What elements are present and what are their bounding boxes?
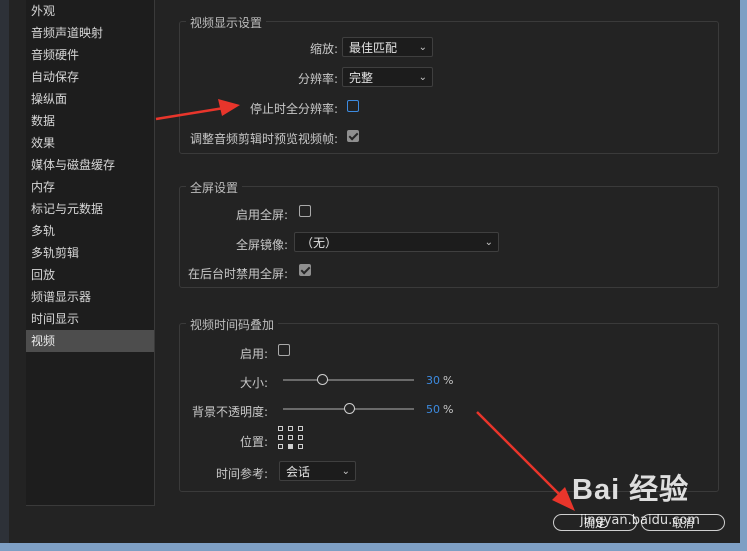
fullscreen-mirror-value: （无）	[301, 236, 338, 250]
chevron-down-icon: ⌄	[484, 237, 493, 248]
fullscreen-mirror-label: 全屏镜像:	[235, 238, 288, 252]
preferences-sidebar: 外观 音频声道映射 音频硬件 自动保存 操纵面 数据 效果 媒体与磁盘缓存 内存…	[26, 0, 155, 506]
preferences-window: 外观 音频声道映射 音频硬件 自动保存 操纵面 数据 效果 媒体与磁盘缓存 内存…	[0, 0, 747, 551]
sidebar-item-audio-channel-mapping[interactable]: 音频声道映射	[26, 22, 154, 44]
resolution-label: 分辨率:	[297, 72, 338, 86]
time-ref-value: 会话	[286, 465, 311, 479]
position-top-right[interactable]	[298, 426, 303, 431]
resolution-select[interactable]: 完整 ⌄	[342, 67, 433, 87]
sidebar-item-appearance[interactable]: 外观	[26, 0, 154, 22]
sidebar-item-spectral-display[interactable]: 频谱显示器	[26, 286, 154, 308]
position-bottom-center[interactable]	[288, 444, 293, 449]
sidebar-item-video[interactable]: 视频	[26, 330, 154, 352]
disable-bg-fullscreen-label: 在后台时禁用全屏:	[187, 267, 288, 281]
position-middle-center[interactable]	[288, 435, 293, 440]
fullscreen-enable-label: 启用全屏:	[235, 208, 288, 222]
chevron-down-icon: ⌄	[341, 466, 350, 477]
position-middle-right[interactable]	[298, 435, 303, 440]
sidebar-item-effects[interactable]: 效果	[26, 132, 154, 154]
chevron-down-icon: ⌄	[418, 42, 427, 53]
watermark-url: jingyan.baidu.com	[580, 513, 700, 528]
time-ref-label: 时间参考:	[215, 467, 268, 481]
position-bottom-right[interactable]	[298, 444, 303, 449]
position-grid[interactable]	[278, 426, 304, 450]
bg-opacity-percent: 50%	[426, 403, 453, 416]
fullscreen-enable-checkbox[interactable]	[299, 205, 311, 217]
sidebar-item-markers-metadata[interactable]: 标记与元数据	[26, 198, 154, 220]
video-display-title: 视频显示设置	[186, 14, 267, 31]
fullscreen-mirror-select[interactable]: （无） ⌄	[294, 232, 499, 252]
bg-opacity-slider-handle[interactable]	[343, 403, 355, 414]
sidebar-item-playback[interactable]: 回放	[26, 264, 154, 286]
disable-bg-fullscreen-checkbox[interactable]	[299, 264, 311, 276]
zoom-select-value: 最佳匹配	[349, 41, 398, 55]
full-res-stop-label: 停止时全分辨率:	[249, 102, 338, 116]
chevron-down-icon: ⌄	[418, 72, 427, 83]
position-label: 位置:	[239, 435, 268, 449]
window-edge-left	[0, 0, 9, 551]
preview-frames-checkbox[interactable]	[347, 130, 359, 142]
sidebar-item-audio-hardware[interactable]: 音频硬件	[26, 44, 154, 66]
window-edge-bottom	[0, 543, 747, 551]
sidebar-item-control-surface[interactable]: 操纵面	[26, 88, 154, 110]
time-ref-select[interactable]: 会话 ⌄	[279, 461, 356, 481]
sidebar-item-auto-save[interactable]: 自动保存	[26, 66, 154, 88]
position-top-center[interactable]	[288, 426, 293, 431]
sidebar-item-data[interactable]: 数据	[26, 110, 154, 132]
position-bottom-left[interactable]	[278, 444, 283, 449]
position-top-left[interactable]	[278, 426, 283, 431]
size-slider[interactable]	[283, 379, 414, 381]
size-label: 大小:	[239, 376, 268, 390]
size-value: 30	[426, 374, 440, 387]
sidebar-item-media-disk-cache[interactable]: 媒体与磁盘缓存	[26, 154, 154, 176]
resolution-select-value: 完整	[349, 71, 374, 85]
timecode-title: 视频时间码叠加	[186, 316, 279, 333]
zoom-label: 缩放:	[309, 42, 338, 56]
position-middle-left[interactable]	[278, 435, 283, 440]
bg-opacity-value: 50	[426, 403, 440, 416]
zoom-select[interactable]: 最佳匹配 ⌄	[342, 37, 433, 57]
size-unit: %	[443, 374, 454, 387]
full-res-stop-checkbox[interactable]	[347, 100, 359, 112]
timecode-enable-checkbox[interactable]	[278, 344, 290, 356]
bg-opacity-unit: %	[443, 403, 454, 416]
preview-frames-label: 调整音频剪辑时预览视频帧:	[189, 132, 338, 146]
watermark-logo: Bai 经验	[572, 474, 690, 506]
fullscreen-title: 全屏设置	[186, 179, 243, 196]
sidebar-item-time-display[interactable]: 时间显示	[26, 308, 154, 330]
timecode-enable-label: 启用:	[239, 347, 268, 361]
sidebar-item-multitrack[interactable]: 多轨	[26, 220, 154, 242]
sidebar-item-multitrack-clips[interactable]: 多轨剪辑	[26, 242, 154, 264]
size-percent: 30%	[426, 374, 453, 387]
window-edge-right	[740, 0, 747, 551]
sidebar-item-memory[interactable]: 内存	[26, 176, 154, 198]
bg-opacity-label: 背景不透明度:	[191, 405, 268, 419]
